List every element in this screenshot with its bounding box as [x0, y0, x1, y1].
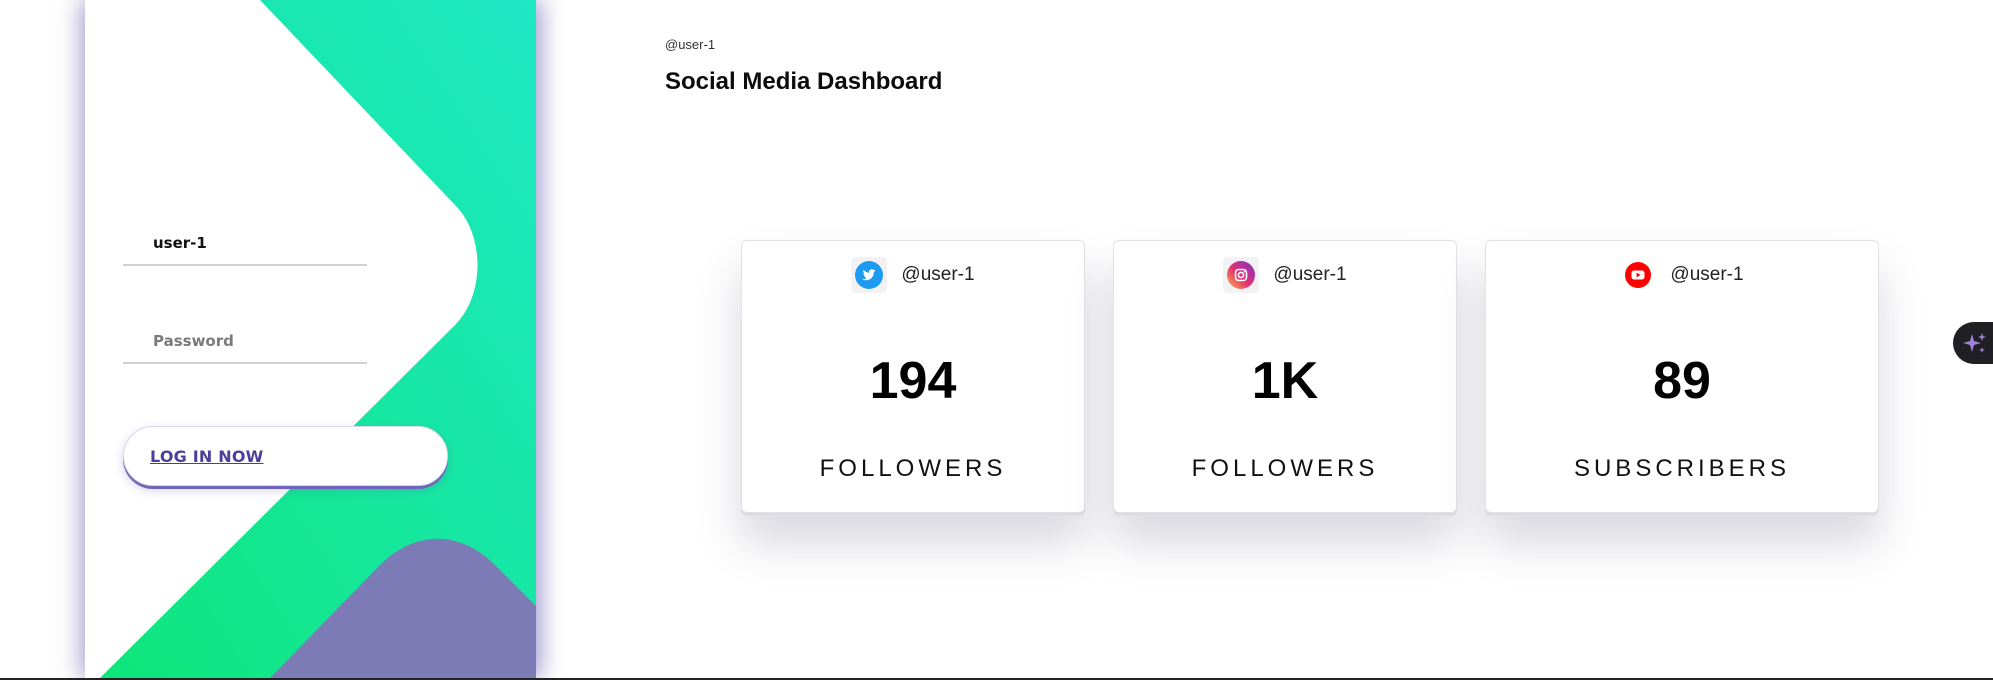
- login-button-label: LOG IN NOW: [150, 447, 264, 466]
- count-label: SUBSCRIBERS: [1573, 455, 1791, 482]
- card-header: @user-1: [1486, 258, 1878, 292]
- card-header: @user-1: [1114, 257, 1456, 293]
- twitter-icon: [851, 257, 888, 293]
- follower-count: 1K: [1251, 352, 1319, 410]
- follower-count: 194: [869, 352, 957, 410]
- count-label: FOLLOWERS: [819, 455, 1007, 482]
- card-handle: @user-1: [901, 264, 975, 285]
- instagram-card: @user-1 1K FOLLOWERS: [1113, 240, 1457, 513]
- count-label: FOLLOWERS: [1191, 455, 1379, 482]
- password-field: [123, 322, 367, 364]
- assistant-tab-button[interactable]: [1953, 322, 1993, 364]
- user-handle: @user-1: [665, 37, 716, 52]
- page-title: Social Media Dashboard: [665, 68, 943, 95]
- youtube-icon: [1620, 257, 1656, 293]
- username-input[interactable]: [153, 228, 363, 258]
- card-handle: @user-1: [1273, 264, 1347, 285]
- subscriber-count: 89: [1653, 352, 1711, 410]
- card-handle: @user-1: [1670, 264, 1744, 285]
- login-button[interactable]: LOG IN NOW: [123, 426, 448, 486]
- username-field: [123, 224, 367, 266]
- twitter-card: @user-1 194 FOLLOWERS: [741, 240, 1085, 513]
- password-input[interactable]: [153, 326, 363, 356]
- sparkle-icon: [1963, 333, 1986, 353]
- card-header: @user-1: [742, 257, 1084, 293]
- instagram-icon: [1223, 257, 1260, 293]
- login-panel: LOG IN NOW: [85, 0, 536, 678]
- youtube-card: @user-1 89 SUBSCRIBERS: [1485, 240, 1879, 513]
